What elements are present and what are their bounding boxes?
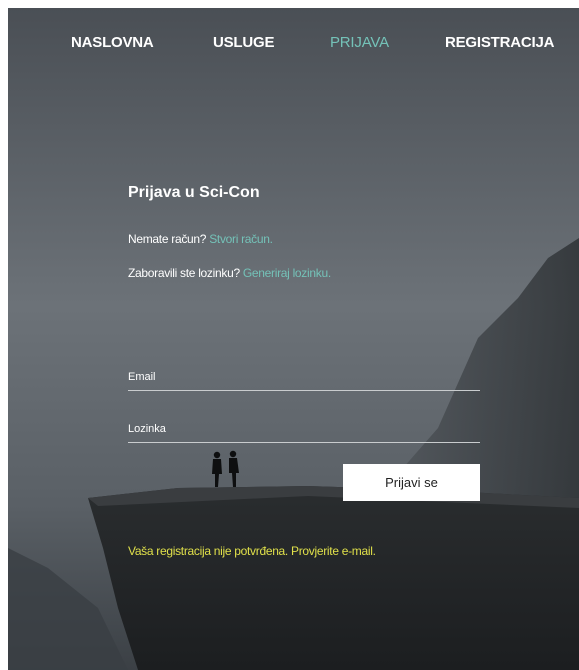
email-field[interactable] xyxy=(128,364,480,391)
generate-password-link[interactable]: Generiraj lozinku. xyxy=(243,266,331,280)
background-photo xyxy=(8,8,579,670)
top-navigation: NASLOVNA USLUGE PRIJAVA REGISTRACIJA xyxy=(8,34,579,58)
forgot-password-line: Zaboravili ste lozinku? Generiraj lozink… xyxy=(128,266,331,280)
login-submit-button[interactable]: Prijavi se xyxy=(343,464,480,501)
page-frame: NASLOVNA USLUGE PRIJAVA REGISTRACIJA Pri… xyxy=(8,8,579,670)
status-message: Vaša registracija nije potvrđena. Provje… xyxy=(128,544,376,558)
nav-prijava[interactable]: PRIJAVA xyxy=(330,34,389,51)
password-field[interactable] xyxy=(128,416,480,443)
forgot-password-text: Zaboravili ste lozinku? xyxy=(128,266,240,280)
nav-naslovna[interactable]: NASLOVNA xyxy=(71,34,154,51)
create-account-line: Nemate račun? Stvori račun. xyxy=(128,232,273,246)
login-title: Prijava u Sci-Con xyxy=(128,184,260,201)
create-account-link[interactable]: Stvori račun. xyxy=(209,232,273,246)
no-account-text: Nemate račun? xyxy=(128,232,207,246)
nav-registracija[interactable]: REGISTRACIJA xyxy=(445,34,554,51)
nav-usluge[interactable]: USLUGE xyxy=(213,34,275,51)
